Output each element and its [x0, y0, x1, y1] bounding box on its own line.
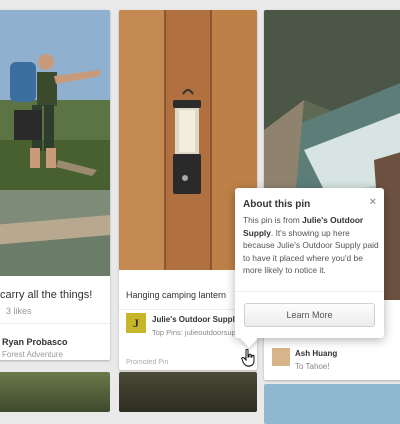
- popover-text: This pin is from Julie's Outdoor Supply.…: [243, 215, 379, 276]
- pin-board[interactable]: Forest Adventure: [2, 350, 63, 359]
- promoted-label: Promoted Pin: [126, 359, 169, 366]
- pin-card-hiker[interactable]: carry all the things! 3 likes Ryan Proba…: [0, 10, 110, 360]
- pin-likes: 3 likes: [6, 306, 32, 316]
- avatar[interactable]: [272, 348, 290, 366]
- pin-author[interactable]: Ash Huang: [295, 349, 337, 358]
- pin-board[interactable]: To Tahoe!: [295, 362, 330, 371]
- divider: [235, 291, 384, 292]
- hand-cursor-icon: [241, 349, 255, 367]
- pin-photo-hiker[interactable]: [0, 10, 110, 276]
- supplier-logo[interactable]: J: [126, 313, 146, 333]
- pin-author[interactable]: Ryan Probasco: [2, 337, 68, 347]
- about-pin-popover: About this pin × This pin is from Julie'…: [235, 188, 384, 348]
- close-icon[interactable]: ×: [370, 196, 376, 208]
- pin-supplier[interactable]: Julie's Outdoor Supply: [152, 315, 239, 324]
- pin-card-partial[interactable]: [0, 372, 110, 412]
- popover-title: About this pin: [243, 199, 311, 210]
- pin-description: carry all the things!: [0, 289, 93, 301]
- learn-more-button[interactable]: Learn More: [244, 303, 375, 327]
- pin-card-partial[interactable]: [119, 372, 257, 412]
- pin-card-partial[interactable]: [264, 384, 400, 424]
- pin-title: Hanging camping lantern: [126, 290, 227, 300]
- divider: [0, 323, 110, 324]
- pin-top-pins[interactable]: Top Pins: julieoutdoorsupply: [152, 328, 245, 337]
